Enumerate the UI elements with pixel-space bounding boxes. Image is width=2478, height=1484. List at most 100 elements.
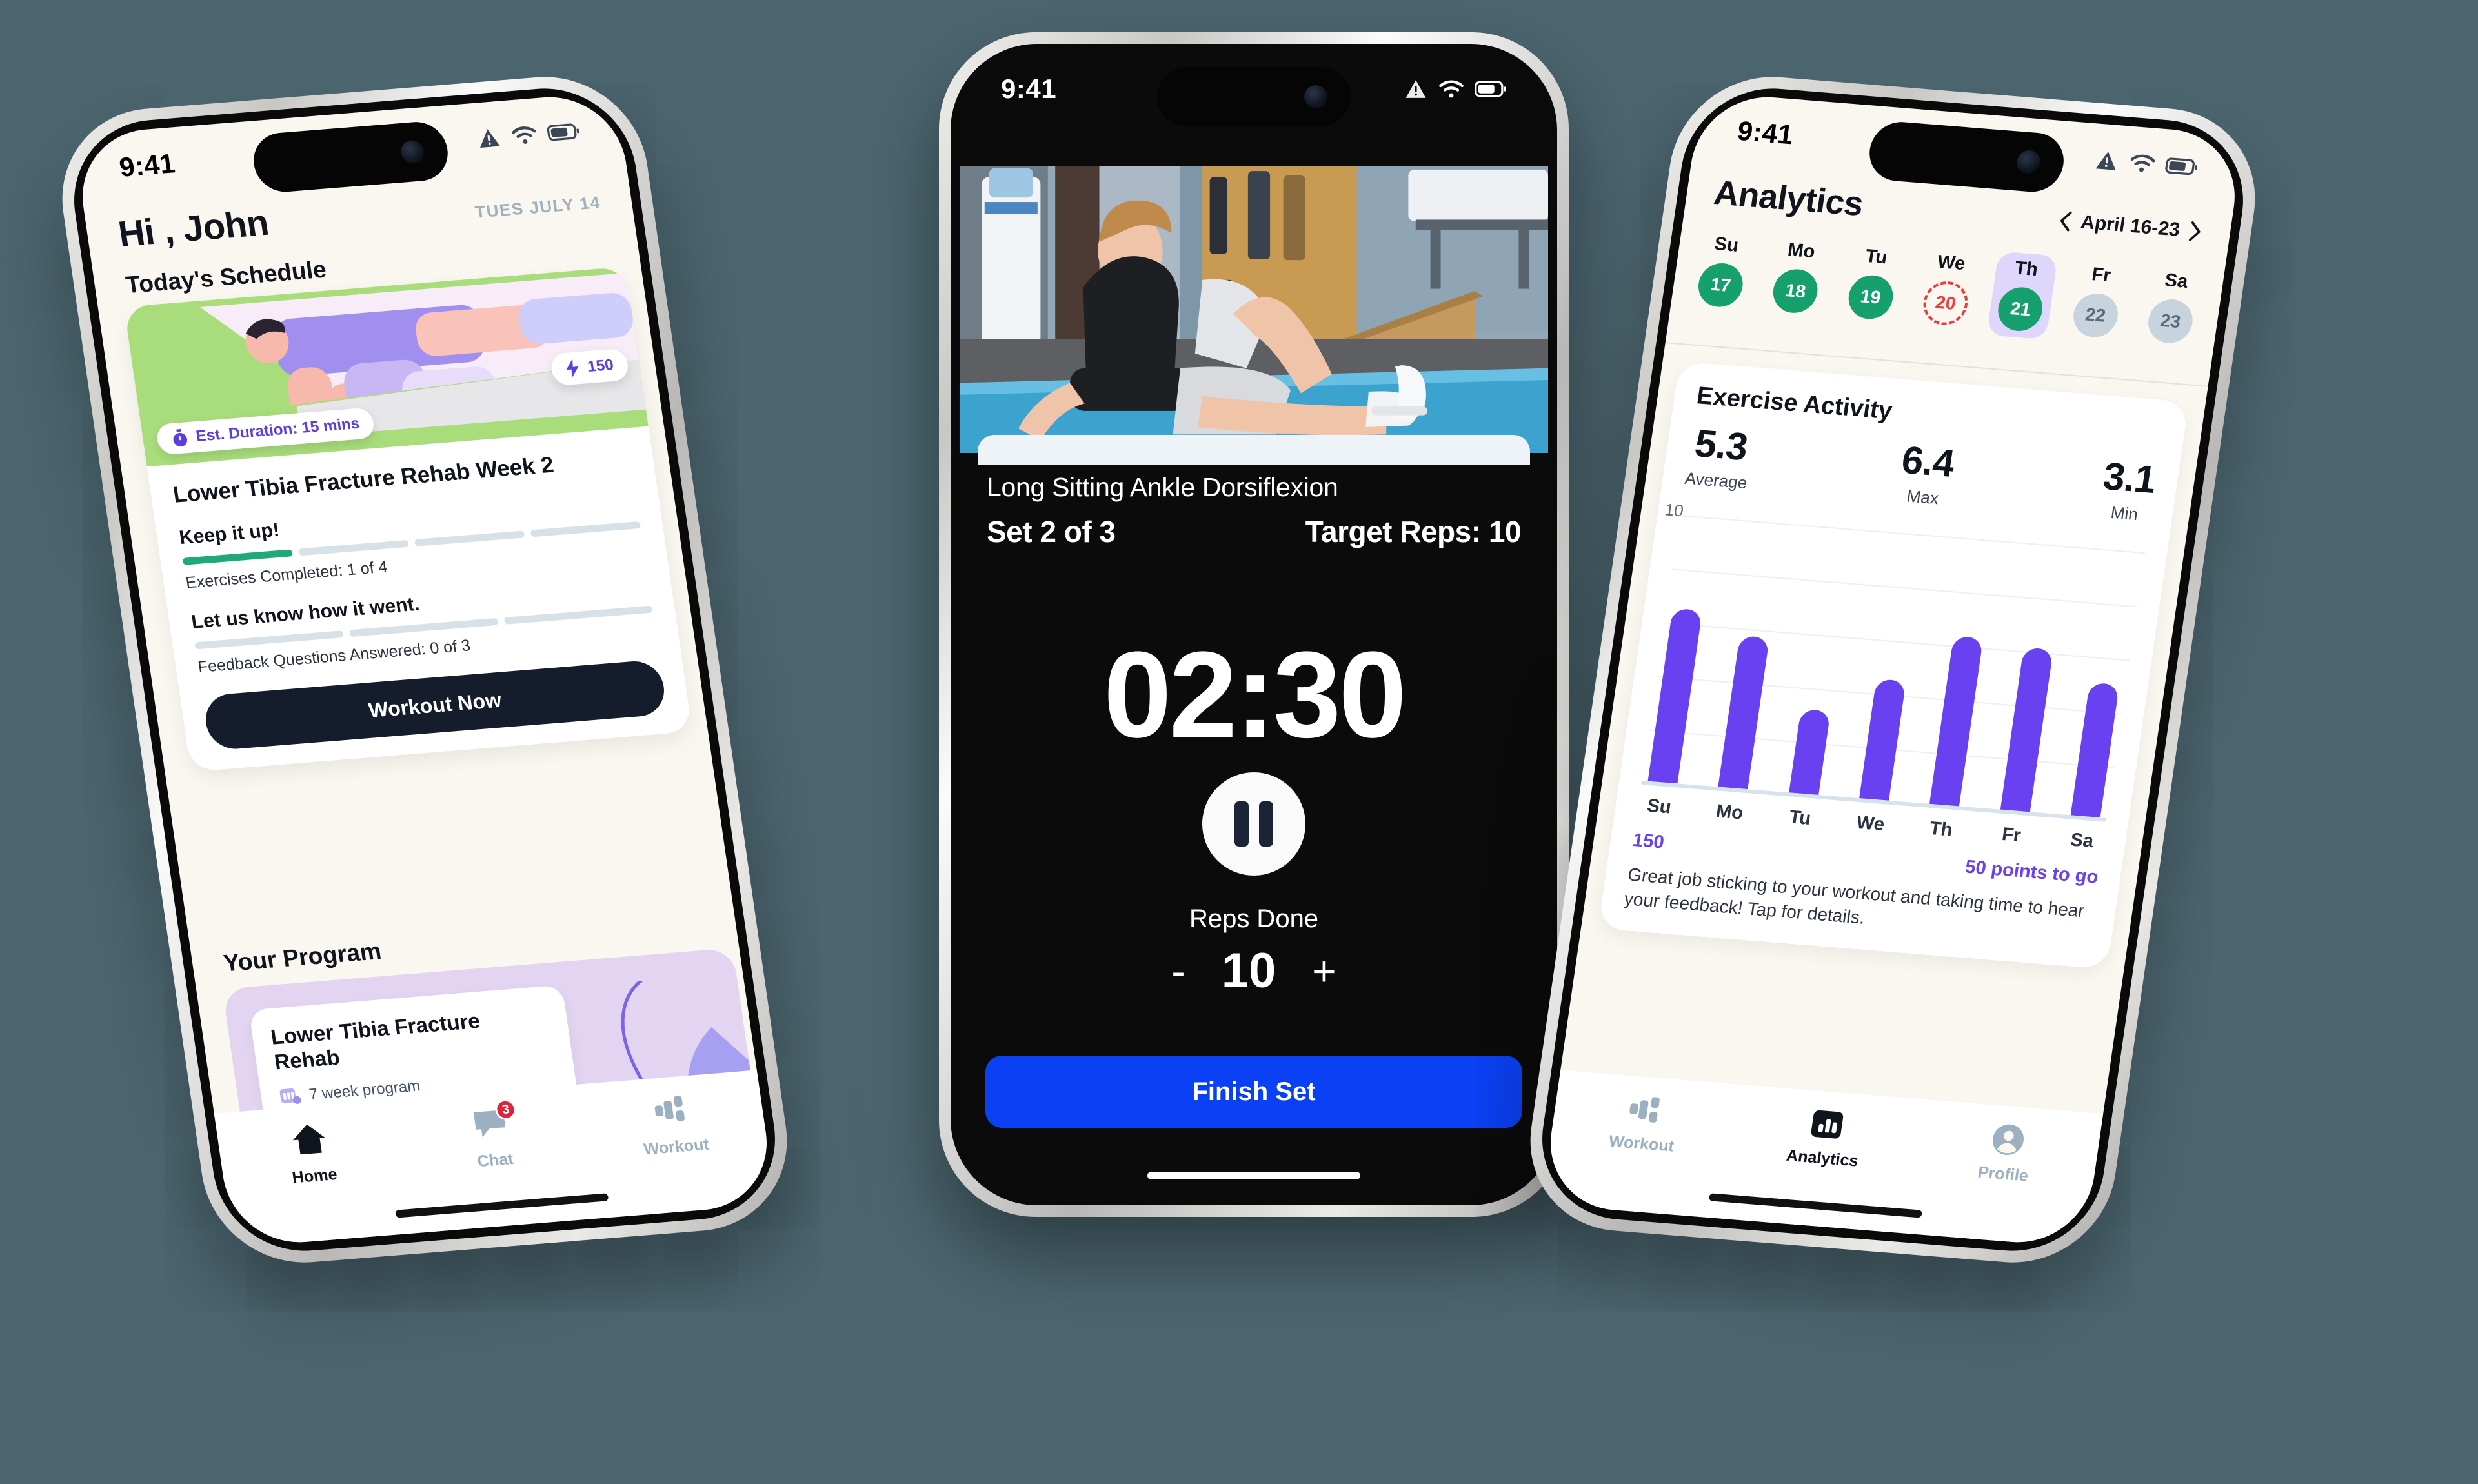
points-total-label: 150 [1631,830,1666,853]
calendar-date-chip: 18 [1770,267,1821,315]
calendar-day[interactable]: Mo 18 [1762,233,1833,321]
reps-decrement-button[interactable]: - [1171,950,1185,992]
week-range-control: April 16-23 [2056,209,2204,243]
reps-done-label: Reps Done [1189,905,1319,933]
profile-icon [1992,1124,2024,1155]
stat-average: 5.3 Average [1683,421,1755,494]
chart-bar [1718,635,1770,790]
tab-chat[interactable]: 3 Chat [398,1098,587,1178]
workout-now-button[interactable]: Workout Now [202,659,668,752]
calendar-date-chip: 23 [2145,297,2196,345]
program-title: Lower Tibia Fracture Rehab [269,1008,481,1074]
tab-analytics-label: Analytics [1785,1146,1860,1170]
home-icon [293,1124,326,1155]
chart-x-label: Th [1928,818,1954,841]
week-range-label: April 16-23 [2079,211,2182,241]
calendar-day[interactable]: Sa 23 [2137,263,2208,352]
reps-value: 10 [1221,943,1276,998]
set-label: Set 2 of 3 [987,515,1116,548]
stat-value: 3.1 [2100,454,2159,502]
analytics-icon [1811,1110,1844,1139]
stat-value: 6.4 [1899,438,1957,485]
wifi-icon [511,126,536,144]
chart-x-label: Tu [1788,807,1813,829]
bolt-icon [566,358,579,379]
phone-right-screen: 9:41 Analytics April 16-23 Su 17 Mo 18 T… [1541,92,2244,1248]
calendar-dow: Tu [1864,245,1889,268]
pause-icon [1234,801,1249,847]
reps-increment-button[interactable]: + [1312,950,1336,992]
today-date: TUES JULY 14 [474,192,602,222]
pause-icon [1259,801,1273,847]
progress-segment [503,605,654,625]
chart-x-label: Mo [1715,801,1745,824]
dynamic-island-center [1157,67,1351,126]
finish-set-button[interactable]: Finish Set [985,1056,1522,1128]
todays-workout-card[interactable]: Est. Duration: 15 mins 150 Lower Tibia F… [124,266,692,772]
tab-workout[interactable]: Workout [578,1087,768,1164]
phone-right-analytics-screen: 9:41 Analytics April 16-23 Su 17 Mo 18 T… [1517,69,2268,1270]
analytics-content: Analytics April 16-23 Su 17 Mo 18 Tu 19 … [1541,92,2244,1248]
tab-analytics[interactable]: Analytics [1731,1101,1920,1176]
tab-workout-label: Workout [642,1135,710,1159]
status-icons [1404,78,1507,100]
stat-label: Average [1683,468,1749,493]
status-time: 9:41 [1735,115,1796,150]
calendar-date-chip: 21 [1995,285,2046,333]
tab-profile-label: Profile [1977,1163,2030,1185]
tab-workout[interactable]: Workout [1549,1087,1739,1161]
calendar-day-selected[interactable]: Th 21 [1986,251,2059,340]
alert-icon [480,129,500,148]
stat-max: 6.4 Max [1895,438,1957,509]
progress-segment [298,540,409,556]
chart-bar [1788,708,1831,795]
status-icons [475,120,581,150]
calendar-day[interactable]: Su 17 [1687,227,1758,316]
stat-label: Min [2109,503,2140,525]
calendar-dow: We [1936,251,1967,275]
pause-button[interactable] [1202,772,1305,876]
stat-label: Max [1905,486,1940,508]
battery-icon [547,123,579,141]
chart-x-label: We [1855,812,1886,836]
week-calendar: Su 17 Mo 18 Tu 19 We 20 Th 21 Fr 22 Sa 2… [1687,227,2208,352]
calendar-dow: Sa [2163,270,2190,292]
workout-icon [654,1096,685,1121]
tab-chat-label: Chat [476,1150,515,1171]
chart-bars [1647,510,2139,818]
battery-icon [1475,81,1506,97]
tab-profile[interactable]: Profile [1911,1116,2101,1191]
calendar-date-chip: 17 [1695,261,1746,309]
exercise-video[interactable] [960,166,1548,453]
alert-icon [2095,151,2116,170]
calendar-dow: Th [2013,257,2040,281]
calendar-day[interactable]: We 20 [1912,245,1984,334]
calendar-day[interactable]: Tu 19 [1837,239,1908,328]
home-indicator-center [1147,1172,1360,1179]
chart-bar [2000,647,2053,812]
wifi-icon [2130,154,2155,172]
calendar-day[interactable]: Fr 22 [2062,257,2133,346]
activity-bar-chart: 10 [1640,499,2146,822]
exercise-name: Long Sitting Ankle Dorsiflexion [987,472,1338,502]
progress-segment [182,549,293,566]
workout-card-body: Lower Tibia Fracture Rehab Week 2 Keep i… [147,426,692,772]
greeting-text: Hi , John [116,201,271,254]
chevron-right-icon[interactable] [2187,220,2204,243]
stat-value: 5.3 [1692,421,1751,469]
calendar-dow: Fr [2090,264,2112,286]
tab-home-icon-wrap [290,1121,330,1159]
progress-segment [414,530,525,547]
points-badge-label: 150 [586,356,615,376]
calendar-icon [279,1088,301,1104]
tab-workout-icon-wrap [651,1092,691,1130]
chevron-left-icon[interactable] [2056,209,2073,232]
calendar-dow: Su [1713,234,1740,256]
section-title-program: Your Program [221,938,383,977]
phone-left-home-screen: 9:41 Hi , John TUES JULY 14 Today's Sche… [49,69,800,1270]
progress-segment [349,618,499,637]
chart-x-label: Fr [2000,824,2022,847]
tab-home[interactable]: Home [217,1116,407,1193]
status-icons [2093,148,2200,179]
phone-left-screen: 9:41 Hi , John TUES JULY 14 Today's Sche… [73,92,776,1248]
